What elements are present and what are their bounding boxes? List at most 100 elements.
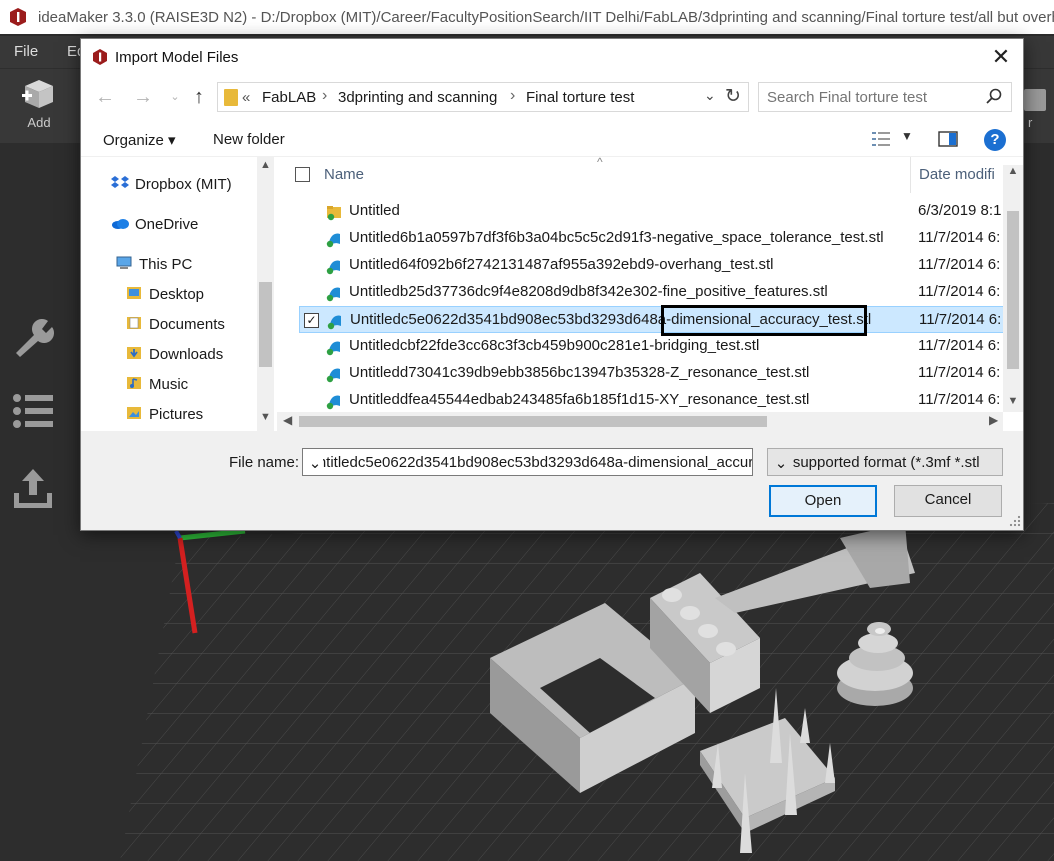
- nav-pane-scrollbar[interactable]: ▲ ▼: [257, 157, 274, 431]
- breadcrumb-fablab[interactable]: FabLAB: [262, 89, 316, 106]
- dialog-titlebar: Import Model Files ✕: [81, 39, 1023, 75]
- tool-right-label: r: [1028, 115, 1033, 130]
- scroll-up-icon[interactable]: ▲: [257, 159, 274, 171]
- nav-label: Desktop: [149, 286, 205, 303]
- file-name: Untitleddfea45544edbab243485fa6b185f1d15…: [349, 391, 810, 408]
- address-overflow[interactable]: «: [242, 89, 250, 106]
- dropbox-icon: [111, 176, 129, 188]
- nav-item-music[interactable]: Music: [125, 375, 188, 393]
- nav-item-dropbox[interactable]: Dropbox (MIT): [111, 175, 232, 193]
- nav-item-this-pc[interactable]: This PC: [115, 255, 192, 273]
- nav-item-documents[interactable]: Documents: [125, 315, 225, 333]
- list-icon[interactable]: [10, 388, 56, 434]
- scroll-up-icon[interactable]: ▲: [1003, 165, 1023, 177]
- column-name[interactable]: Name: [324, 166, 364, 183]
- breadcrumb-separator[interactable]: ›: [510, 87, 515, 105]
- breadcrumb-separator[interactable]: ›: [322, 87, 327, 105]
- scrollbar-thumb[interactable]: [299, 416, 767, 427]
- new-folder-button[interactable]: New folder: [213, 131, 285, 148]
- file-name: Untitled6b1a0597b7df3f6b3a04bc5c5c2d91f3…: [349, 229, 884, 246]
- computer-icon: [116, 256, 132, 269]
- search-box[interactable]: [758, 82, 1012, 112]
- nav-item-pictures[interactable]: Pictures: [125, 405, 203, 423]
- file-row[interactable]: Untitleddfea45544edbab243485fa6b185f1d15…: [299, 387, 1023, 412]
- search-icon[interactable]: [985, 87, 1003, 105]
- file-row[interactable]: Untitled6b1a0597b7df3f6b3a04bc5c5c2d91f3…: [299, 225, 1023, 252]
- nav-item-onedrive[interactable]: OneDrive: [111, 215, 198, 233]
- resize-grip-icon[interactable]: [1009, 515, 1021, 527]
- wrench-icon[interactable]: [10, 315, 56, 361]
- open-button[interactable]: Open: [769, 485, 877, 517]
- preview-pane-icon[interactable]: [938, 129, 960, 149]
- file-list-vertical-scrollbar[interactable]: ▲ ▼: [1003, 165, 1023, 412]
- music-folder-icon: [127, 377, 141, 389]
- app-window-title: ideaMaker 3.3.0 (RAISE3D N2) - D:/Dropbo…: [38, 8, 1054, 26]
- breadcrumb-final-torture-test[interactable]: Final torture test: [526, 89, 634, 106]
- address-dropdown-icon[interactable]: ⌄: [704, 87, 716, 104]
- chevron-down-icon: ⌄: [170, 91, 180, 103]
- add-model-button[interactable]: Add: [12, 77, 66, 139]
- file-row[interactable]: Untitled 6/3/2019 8:1: [299, 198, 1023, 225]
- stl-file-icon: [326, 395, 340, 410]
- breadcrumb-3dprinting[interactable]: 3dprinting and scanning: [338, 89, 497, 106]
- nav-item-desktop[interactable]: Desktop: [125, 285, 204, 303]
- left-toolbar: [0, 143, 70, 861]
- arrow-left-icon: ←: [95, 86, 115, 108]
- file-row[interactable]: Untitledcbf22fde3cc68c3f3cb459b900c281e1…: [299, 333, 1023, 360]
- file-row[interactable]: Untitled64f092b6f2742131487af955a392ebd9…: [299, 252, 1023, 279]
- file-name: Untitledcbf22fde3cc68c3f3cb459b900c281e1…: [349, 337, 760, 354]
- arrow-up-icon: ↑: [194, 86, 204, 108]
- pictures-folder-icon: [127, 407, 141, 419]
- stl-file-icon: [326, 368, 340, 383]
- back-button[interactable]: ←: [93, 85, 117, 109]
- select-all-checkbox[interactable]: [295, 167, 310, 182]
- nav-label: Pictures: [149, 406, 204, 423]
- file-date: 11/7/2014 6:: [918, 337, 1001, 354]
- chevron-down-icon[interactable]: ⌄: [307, 454, 323, 472]
- help-icon[interactable]: ?: [984, 129, 1006, 151]
- scroll-down-icon[interactable]: ▼: [257, 411, 274, 423]
- column-divider[interactable]: [910, 157, 911, 193]
- address-bar[interactable]: « FabLAB › 3dprinting and scanning › Fin…: [217, 82, 749, 112]
- nav-label: Music: [149, 376, 189, 393]
- command-bar: Organize ▾ New folder ▼ ?: [81, 121, 1023, 157]
- menu-file[interactable]: File: [14, 43, 38, 60]
- file-row[interactable]: Untitledb25d37736dc9f4e8208d9db8f342e302…: [299, 279, 1023, 306]
- stl-file-icon: [326, 287, 340, 302]
- recent-locations-button[interactable]: ⌄: [163, 85, 187, 109]
- import-model-dialog: Import Model Files ✕ ← → ⌄ ↑ « FabLAB › …: [80, 38, 1024, 531]
- file-name-value: Untitledc5e0622d3541bd908ec53bd3293d648a…: [307, 454, 753, 471]
- nav-item-downloads[interactable]: Downloads: [125, 345, 223, 363]
- search-input[interactable]: [767, 89, 967, 106]
- ideamaker-logo-icon: [10, 8, 26, 26]
- navigation-bar: ← → ⌄ ↑ « FabLAB › 3dprinting and scanni…: [81, 79, 1023, 115]
- file-row[interactable]: Untitledd73041c39db9ebb3856bc13947b35328…: [299, 360, 1023, 387]
- add-label: Add: [27, 115, 51, 130]
- organize-button[interactable]: Organize ▾: [103, 131, 176, 149]
- file-list-horizontal-scrollbar[interactable]: ◀ ▶: [277, 412, 1003, 431]
- file-type-select[interactable]: All supported format (*.3mf *.stl ⌄: [767, 448, 1003, 476]
- file-name: Untitledb25d37736dc9f4e8208d9db8f342e302…: [349, 283, 828, 300]
- column-date-modified[interactable]: Date modifi: [919, 166, 995, 183]
- chevron-down-icon[interactable]: ⌄: [772, 454, 790, 472]
- scroll-right-icon[interactable]: ▶: [989, 413, 998, 427]
- downloads-folder-icon: [127, 347, 141, 359]
- file-name: Untitledd73041c39db9ebb3856bc13947b35328…: [349, 364, 810, 381]
- view-dropdown-icon[interactable]: ▼: [901, 129, 913, 143]
- forward-button[interactable]: →: [131, 85, 155, 109]
- scroll-left-icon[interactable]: ◀: [283, 413, 292, 427]
- upload-icon[interactable]: [10, 465, 56, 511]
- file-date: 6/3/2019 8:1: [918, 202, 1002, 219]
- refresh-icon[interactable]: ↻: [725, 85, 741, 108]
- file-list: Name ^ Date modifi Untitled 6/3/2019 8:1…: [277, 157, 1023, 412]
- close-button[interactable]: ✕: [979, 39, 1023, 75]
- scroll-down-icon[interactable]: ▼: [1003, 395, 1023, 407]
- file-name-field[interactable]: Untitledc5e0622d3541bd908ec53bd3293d648a…: [302, 448, 753, 476]
- scrollbar-thumb[interactable]: [259, 282, 272, 367]
- row-checkbox-checked[interactable]: ✓: [304, 313, 319, 328]
- cancel-button[interactable]: Cancel: [894, 485, 1002, 517]
- view-details-icon[interactable]: [871, 129, 893, 149]
- scrollbar-thumb[interactable]: [1007, 211, 1019, 369]
- file-type-value: All supported format (*.3mf *.stl: [772, 454, 980, 471]
- up-button[interactable]: ↑: [187, 85, 211, 109]
